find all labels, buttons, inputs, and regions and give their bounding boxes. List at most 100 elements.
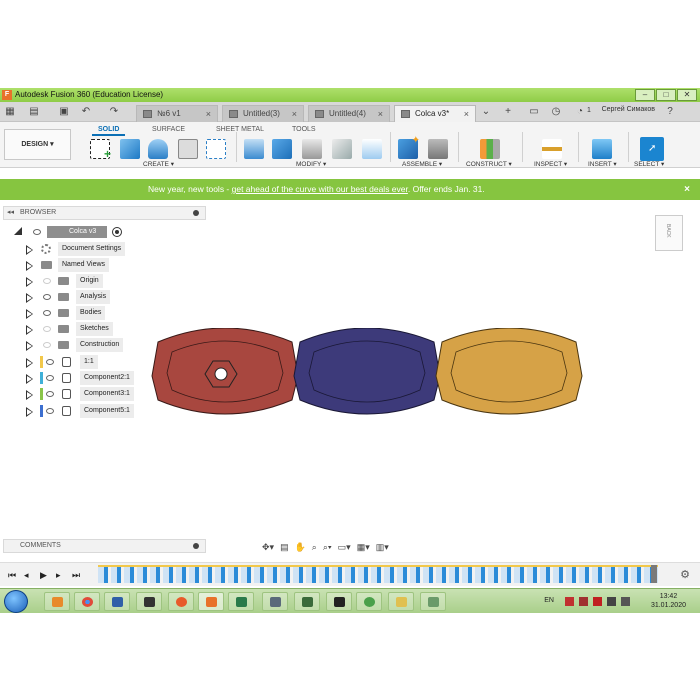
close-tab-icon[interactable]: × [464, 106, 469, 122]
user-name[interactable]: Сергей Симаков [602, 106, 655, 113]
start-button[interactable] [4, 590, 28, 613]
taskbar-app[interactable] [136, 592, 162, 611]
minimize-button[interactable]: – [635, 89, 655, 101]
visibility-eye-icon[interactable] [43, 342, 51, 348]
go-to-end-icon[interactable]: ⏭ [72, 570, 80, 581]
clock[interactable]: 13:42 31.01.2020 [651, 592, 686, 610]
gear-icon[interactable]: ⚙ [680, 568, 690, 581]
zoom-window-icon[interactable]: ⌕▾ [323, 542, 332, 553]
visibility-eye-icon[interactable] [43, 326, 51, 332]
part-red[interactable] [151, 328, 299, 415]
step-back-icon[interactable]: ◂ [24, 570, 29, 581]
canvas-parts[interactable] [150, 328, 590, 418]
tab-doc-3[interactable]: Untitled(4) × [308, 105, 390, 122]
taskbar-media-player[interactable] [44, 592, 70, 611]
hole-icon[interactable] [178, 139, 198, 159]
new-component-icon[interactable]: ✦ [398, 135, 420, 159]
part-gold[interactable] [435, 328, 583, 415]
view-cube[interactable]: BACK [655, 215, 683, 251]
browser-item-component-4[interactable]: Component5:1 [0, 404, 140, 418]
notifications-icon[interactable]: ◔ [574, 106, 586, 118]
tray-icon[interactable] [579, 597, 588, 606]
close-window-button[interactable]: ✕ [677, 89, 697, 101]
new-sketch-icon[interactable]: + [90, 139, 111, 161]
timeline-features[interactable] [98, 567, 658, 583]
group-select[interactable]: SELECT ▾ [634, 160, 664, 168]
new-tab-icon[interactable]: + [502, 106, 514, 118]
go-to-start-icon[interactable]: ⏮ [8, 570, 16, 581]
close-tab-icon[interactable]: × [378, 106, 383, 122]
browser-item-component-1[interactable]: 1:1 [0, 355, 140, 369]
timeline-marker[interactable] [651, 565, 657, 583]
browser-item-construction[interactable]: Construction [0, 338, 140, 352]
chamfer-icon[interactable] [302, 139, 322, 159]
browser-item-sketches[interactable]: Sketches [0, 322, 140, 336]
tab-doc-2[interactable]: Untitled(3) × [222, 105, 304, 122]
press-pull-icon[interactable] [244, 139, 264, 159]
browser-item-component-2[interactable]: Component2:1 [0, 371, 140, 385]
expand-arrow-icon[interactable] [26, 261, 33, 271]
offset-plane-icon[interactable] [480, 139, 500, 159]
close-banner-button[interactable]: × [684, 179, 690, 200]
joint-icon[interactable] [428, 139, 448, 159]
step-forward-icon[interactable]: ▸ [56, 570, 61, 581]
apps-grid-icon[interactable]: ▦ [4, 106, 16, 118]
extrude-icon[interactable] [120, 139, 140, 159]
group-create[interactable]: CREATE ▾ [143, 160, 174, 168]
taskbar-app[interactable] [104, 592, 130, 611]
activate-radio-icon[interactable] [112, 227, 122, 237]
grid-settings-icon[interactable]: ▦▾ [357, 542, 370, 553]
jobs-icon[interactable]: ◷ [550, 106, 562, 118]
pattern-icon[interactable] [206, 139, 226, 159]
taskbar-app[interactable] [356, 592, 382, 611]
part-navy[interactable] [293, 328, 441, 415]
display-settings-icon[interactable]: ▭▾ [338, 542, 351, 553]
taskbar-yandex[interactable] [168, 592, 194, 611]
tab-solid[interactable]: SOLID [92, 126, 126, 136]
play-icon[interactable]: ▶ [40, 570, 47, 581]
taskbar-explorer[interactable] [388, 592, 414, 611]
chat-icon[interactable]: ▭ [528, 106, 540, 118]
select-cursor-icon[interactable]: ➚ [640, 137, 664, 161]
tab-surface[interactable]: SURFACE [152, 126, 185, 133]
expand-arrow-icon[interactable] [26, 341, 33, 351]
taskbar-chrome[interactable] [74, 592, 100, 611]
taskbar-app[interactable] [262, 592, 288, 611]
viewports-icon[interactable]: ▥▾ [376, 542, 389, 553]
expand-arrow-icon[interactable] [26, 293, 33, 303]
visibility-eye-icon[interactable] [43, 294, 51, 300]
pan-icon[interactable]: ✋ [295, 542, 306, 553]
collapse-panel-icon[interactable]: ◂◂ [7, 207, 14, 219]
group-inspect[interactable]: INSPECT ▾ [534, 160, 567, 168]
network-icon[interactable] [607, 597, 616, 606]
browser-item-document-settings[interactable]: Document Settings [0, 242, 140, 256]
browser-item-component-3[interactable]: Component3:1 [0, 387, 140, 401]
expand-arrow-icon[interactable] [26, 358, 33, 368]
comments-panel-header[interactable]: COMMENTS [3, 539, 206, 553]
file-icon[interactable]: ▤ [28, 106, 40, 118]
group-modify[interactable]: MODIFY ▾ [296, 160, 326, 168]
align-icon[interactable] [362, 139, 382, 159]
visibility-eye-icon[interactable] [46, 375, 54, 381]
orbit-icon[interactable]: ✥▾ [262, 542, 274, 553]
expand-arrow-icon[interactable] [26, 374, 33, 384]
save-icon[interactable]: ▣ [58, 106, 70, 118]
visibility-eye-icon[interactable] [43, 278, 51, 284]
revolve-icon[interactable] [148, 139, 168, 159]
visibility-eye-icon[interactable] [46, 391, 54, 397]
expand-arrow-icon[interactable] [26, 390, 33, 400]
taskbar-app[interactable] [294, 592, 320, 611]
tab-tools[interactable]: TOOLS [292, 126, 316, 133]
browser-item-named-views[interactable]: Named Views [0, 258, 140, 272]
expand-arrow-icon[interactable] [14, 227, 22, 235]
visibility-eye-icon[interactable] [33, 229, 41, 235]
close-tab-icon[interactable]: × [206, 106, 211, 122]
group-assemble[interactable]: ASSEMBLE ▾ [402, 160, 442, 168]
visibility-eye-icon[interactable] [46, 359, 54, 365]
expand-arrow-icon[interactable] [26, 407, 33, 417]
redo-icon[interactable]: ↷ [108, 106, 120, 118]
visibility-eye-icon[interactable] [43, 310, 51, 316]
taskbar-app[interactable] [326, 592, 352, 611]
taskbar-app[interactable] [228, 592, 254, 611]
panel-pin-icon[interactable] [193, 210, 199, 216]
